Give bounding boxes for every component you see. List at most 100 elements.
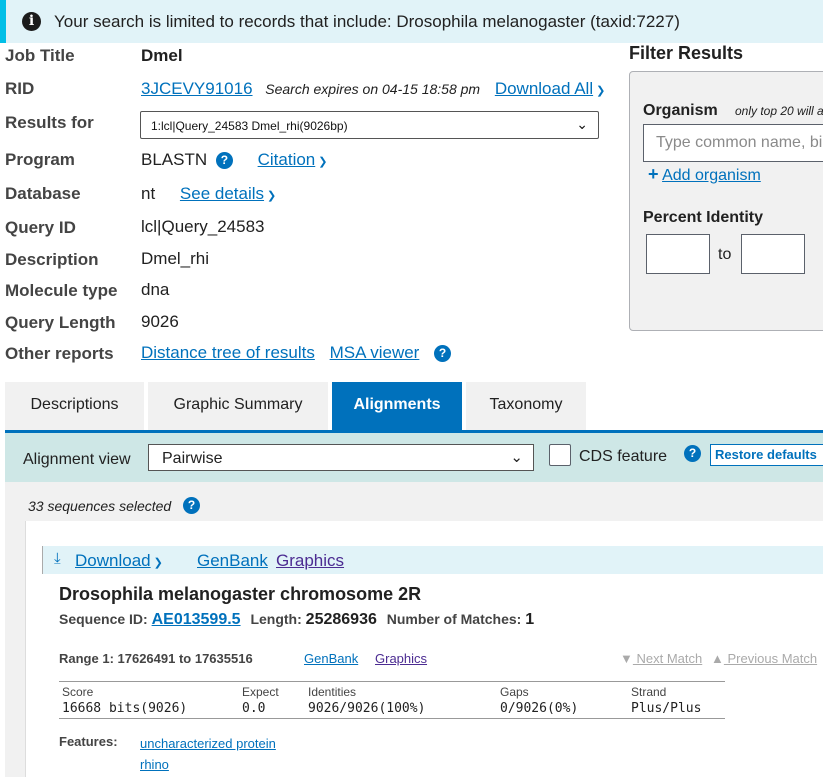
alignment-view-value: Pairwise bbox=[162, 450, 223, 467]
stats-header-score: Score bbox=[62, 685, 94, 699]
description: Dmel_rhi bbox=[141, 249, 210, 268]
alignment-view-select[interactable]: Pairwise ⌄ bbox=[148, 444, 534, 471]
description-label: Description bbox=[5, 250, 99, 269]
sequence-meta: Sequence ID: AE013599.5 Length: 25286936… bbox=[59, 611, 534, 629]
download-link[interactable]: Download bbox=[75, 551, 151, 570]
chevron-down-icon[interactable]: ❯ bbox=[318, 155, 327, 168]
results-for-value: 1:lcl|Query_24583 Dmel_rhi(9026bp) bbox=[151, 119, 348, 133]
download-icon[interactable]: ⤓ bbox=[54, 550, 61, 567]
selected-help[interactable]: ? bbox=[183, 497, 200, 515]
database-row: nt See details ❯ bbox=[141, 184, 276, 204]
info-banner: i Your search is limited to records that… bbox=[0, 0, 823, 43]
sequences-selected-text: 33 sequences selected bbox=[28, 498, 172, 514]
job-title-label: Job Title bbox=[5, 46, 75, 65]
see-details-link[interactable]: See details bbox=[180, 184, 264, 203]
query-length: 9026 bbox=[141, 312, 179, 331]
range-graphics-link[interactable]: Graphics bbox=[375, 651, 427, 666]
query-length-label: Query Length bbox=[5, 313, 116, 332]
organism-note: only top 20 will appear bbox=[735, 104, 823, 118]
plus-icon: + bbox=[648, 164, 659, 184]
stats-gaps: 0/9026(0%) bbox=[500, 701, 579, 716]
features-label: Features: bbox=[59, 734, 118, 749]
add-organism-row[interactable]: + Add organism bbox=[648, 164, 761, 185]
previous-match-link: ▲ Previous Match bbox=[711, 651, 817, 666]
tab-descriptions[interactable]: Descriptions bbox=[5, 382, 144, 430]
matches-label: Number of Matches: bbox=[386, 611, 522, 627]
rid-link[interactable]: 3JCEVY91016 bbox=[141, 79, 253, 98]
other-reports-label: Other reports bbox=[5, 344, 114, 363]
stats-header-identities: Identities bbox=[308, 685, 357, 699]
add-organism-link[interactable]: Add organism bbox=[662, 167, 761, 184]
stats-header-strand: Strand bbox=[631, 685, 667, 699]
help-icon[interactable]: ? bbox=[215, 152, 233, 170]
msa-viewer-link[interactable]: MSA viewer bbox=[330, 343, 420, 362]
stats-expect: 0.0 bbox=[242, 701, 266, 716]
alignment-view-label: Alignment view bbox=[23, 451, 131, 468]
next-match-link: ▼ Next Match bbox=[620, 651, 702, 666]
percent-identity-max-input[interactable] bbox=[741, 234, 805, 274]
results-for-label: Results for bbox=[5, 113, 94, 132]
program-row: BLASTN ? Citation ❯ bbox=[141, 150, 327, 170]
chevron-down-icon: ⌄ bbox=[510, 449, 523, 466]
other-reports-row: Distance tree of results MSA viewer ? bbox=[141, 343, 452, 363]
job-title: Dmel bbox=[141, 46, 183, 65]
cds-feature-checkbox[interactable] bbox=[549, 444, 571, 466]
alignment-stats-table: Score Expect Identities Gaps Strand 1666… bbox=[59, 681, 725, 719]
download-all-link[interactable]: Download All bbox=[495, 79, 593, 98]
tab-alignments[interactable]: Alignments bbox=[332, 382, 462, 430]
range-genbank-link[interactable]: GenBank bbox=[304, 651, 358, 666]
genbank-link[interactable]: GenBank bbox=[197, 551, 268, 571]
query-id-label: Query ID bbox=[5, 218, 76, 237]
query-id: lcl|Query_24583 bbox=[141, 217, 265, 236]
filter-results-title: Filter Results bbox=[629, 43, 744, 63]
program-value: BLASTN bbox=[141, 150, 208, 169]
chevron-down-icon[interactable]: ❯ bbox=[154, 556, 163, 569]
sequence-id-link[interactable]: AE013599.5 bbox=[152, 611, 241, 628]
help-icon[interactable]: ? bbox=[434, 345, 452, 363]
help-icon[interactable]: ? bbox=[684, 445, 701, 463]
banner-text: Your search is limited to records that i… bbox=[54, 12, 680, 31]
rid-row: 3JCEVY91016 Search expires on 04-15 18:5… bbox=[141, 79, 605, 99]
sequence-title: Drosophila melanogaster chromosome 2R bbox=[59, 584, 422, 604]
next-match-label: Next Match bbox=[636, 651, 703, 666]
triangle-down-icon: ▼ bbox=[620, 651, 633, 666]
stats-header-expect: Expect bbox=[242, 685, 279, 699]
chevron-down-icon[interactable]: ❯ bbox=[267, 189, 276, 202]
chevron-down-icon[interactable]: ❯ bbox=[596, 84, 605, 97]
restore-defaults-button[interactable]: Restore defaults bbox=[710, 444, 823, 466]
stats-strand: Plus/Plus bbox=[631, 701, 702, 716]
tab-taxonomy[interactable]: Taxonomy bbox=[466, 382, 586, 430]
percent-identity-min-input[interactable] bbox=[646, 234, 710, 274]
results-for-select[interactable]: 1:lcl|Query_24583 Dmel_rhi(9026bp) ⌄ bbox=[140, 111, 599, 139]
graphics-link[interactable]: Graphics bbox=[276, 551, 344, 571]
sequence-id-label: Sequence ID: bbox=[59, 611, 148, 627]
molecule-type: dna bbox=[141, 280, 170, 299]
download-all-label: Download All bbox=[494, 79, 594, 98]
database-value: nt bbox=[141, 184, 156, 203]
percent-identity-label: Percent Identity bbox=[643, 209, 764, 226]
tab-graphic-summary[interactable]: Graphic Summary bbox=[148, 382, 328, 430]
molecule-type-label: Molecule type bbox=[5, 281, 118, 300]
stats-identities: 9026/9026(100%) bbox=[308, 701, 426, 716]
database-label: Database bbox=[5, 184, 81, 203]
cds-help[interactable]: ? bbox=[684, 445, 701, 463]
help-icon[interactable]: ? bbox=[183, 497, 200, 515]
organism-input[interactable]: Type common name, binomial, taxid or gro… bbox=[643, 124, 823, 162]
feature-link[interactable]: uncharacterized protein bbox=[140, 736, 276, 751]
matches-value: 1 bbox=[525, 611, 535, 628]
range-label: Range 1: 17626491 to 17635516 bbox=[59, 651, 253, 666]
organism-label: Organism bbox=[643, 102, 718, 119]
stats-header-gaps: Gaps bbox=[500, 685, 529, 699]
length-label: Length: bbox=[250, 611, 302, 627]
info-icon: i bbox=[22, 12, 41, 31]
download-menu[interactable]: Download ❯ bbox=[75, 551, 163, 571]
cds-feature-label: CDS feature bbox=[579, 448, 668, 465]
stats-score: 16668 bits(9026) bbox=[62, 701, 188, 716]
previous-match-label: Previous Match bbox=[727, 651, 818, 666]
expires-text: Search expires on 04-15 18:58 pm bbox=[265, 81, 481, 97]
program-label: Program bbox=[5, 150, 75, 169]
length-value: 25286936 bbox=[305, 611, 377, 628]
feature-link[interactable]: rhino bbox=[140, 757, 169, 772]
distance-tree-link[interactable]: Distance tree of results bbox=[141, 343, 315, 362]
citation-link[interactable]: Citation bbox=[258, 150, 316, 169]
